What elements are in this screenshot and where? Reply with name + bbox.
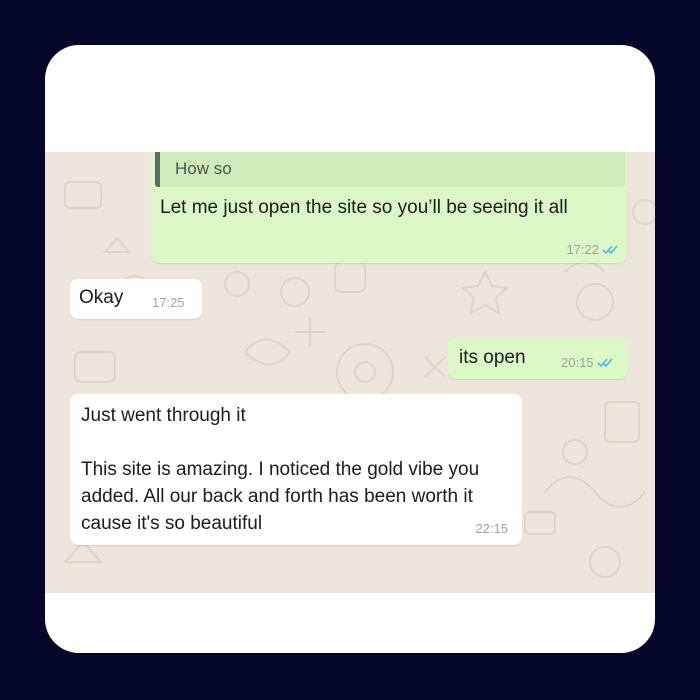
double-check-read-icon [596,357,614,368]
message-meta: 22:15 [475,521,508,536]
message-bubble-incoming[interactable]: Okay 17:25 [70,279,202,319]
message-meta: 20:15 [561,355,614,370]
message-time: 22:15 [475,521,508,536]
double-check-read-icon [602,244,619,255]
message-text: its open [459,347,526,368]
message-bubble-outgoing[interactable]: How so Let me just open the site so you’… [151,152,627,263]
message-meta: 17:22 [566,242,619,257]
message-bubble-incoming[interactable]: Just went through it This site is amazin… [70,394,522,545]
message-time: 20:15 [561,355,594,370]
message-text: Okay [79,287,124,308]
message-text: Let me just open the site so you’ll be s… [160,197,568,218]
message-meta: 17:25 [152,295,185,310]
message-time: 17:22 [566,242,599,257]
chat-conversation[interactable]: How so Let me just open the site so you’… [45,152,655,593]
quoted-message[interactable]: How so [155,152,625,187]
message-bubble-outgoing[interactable]: its open 20:15 [448,338,628,379]
message-time: 17:25 [152,295,185,310]
quoted-message-text: How so [175,159,232,178]
message-text: Just went through it This site is amazin… [81,405,480,534]
screenshot-card: How so Let me just open the site so you’… [45,45,655,653]
